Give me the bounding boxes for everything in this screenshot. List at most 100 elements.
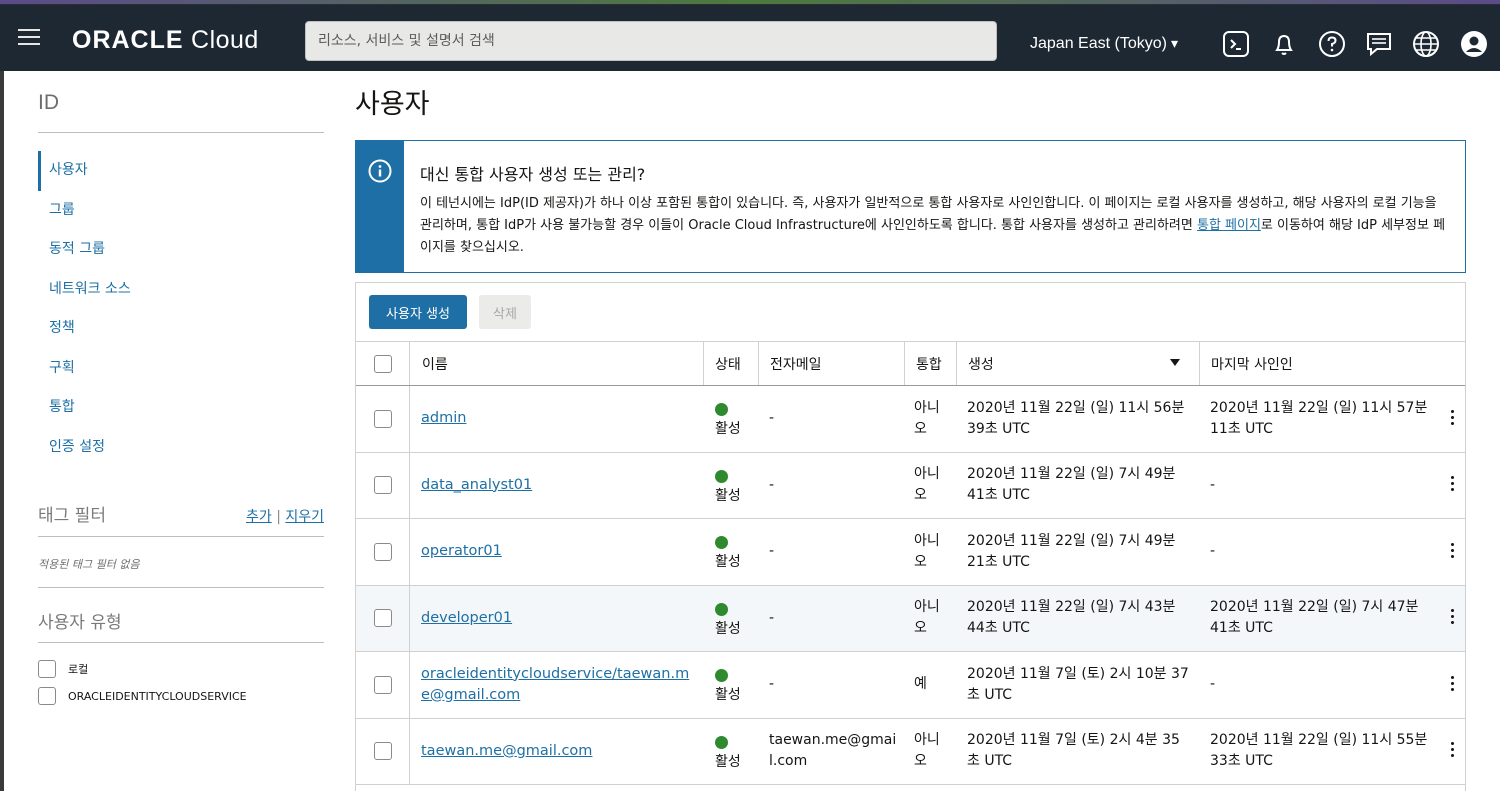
tag-filter-actions: 추가 | 지우기 <box>246 506 324 526</box>
column-header-name[interactable]: 이름 <box>422 342 448 385</box>
menu-icon[interactable] <box>18 29 40 45</box>
federated-value: 아니오 <box>914 732 940 770</box>
last-signin-value: 2020년 11월 22일 (일) 11시 55분 33초 UTC <box>1210 732 1428 770</box>
column-header-federated: 통합 <box>916 356 942 373</box>
delete-button[interactable]: 삭제 <box>479 295 531 329</box>
oracle-cloud-logo[interactable]: ORACLE Cloud <box>72 26 259 55</box>
info-icon <box>368 159 392 183</box>
info-banner-bar <box>356 141 404 272</box>
select-all-checkbox[interactable] <box>374 354 392 373</box>
user-profile-icon[interactable] <box>1460 30 1488 58</box>
table-header: 이름 상태 전자메일 통합 생성 마지막 사인인 <box>356 341 1465 386</box>
info-banner: 대신 통합 사용자 생성 또는 관리? 이 테넌시에는 IdP(ID 제공자)가… <box>355 140 1466 273</box>
row-checkbox[interactable] <box>374 675 392 694</box>
status-label: 활성 <box>715 554 741 570</box>
language-globe-icon[interactable] <box>1412 30 1440 58</box>
email-value: - <box>769 410 775 427</box>
user-type-local[interactable]: 로컬 <box>38 660 88 678</box>
email-value: taewan.me@gmail.com <box>769 732 897 770</box>
window-edge <box>0 0 4 791</box>
notification-bell-icon[interactable] <box>1270 30 1298 58</box>
status-label: 활성 <box>715 421 741 437</box>
last-signin-value: - <box>1210 676 1216 693</box>
user-name-link[interactable]: oracleidentitycloudservice/taewan.me@gma… <box>421 664 696 706</box>
users-table: 이름 상태 전자메일 통합 생성 마지막 사인인 admin 활성 - 아니오 2020… <box>356 341 1465 785</box>
status-active-icon <box>715 669 728 682</box>
row-actions-menu-icon[interactable] <box>1447 542 1457 561</box>
sidebar-item-policies[interactable]: 정책 <box>38 309 324 349</box>
create-user-button[interactable]: 사용자 생성 <box>369 295 467 329</box>
row-actions-menu-icon[interactable] <box>1447 609 1457 627</box>
row-checkbox[interactable] <box>374 609 392 628</box>
last-signin-value: - <box>1210 476 1216 493</box>
checkbox-label: ORACLEIDENTITYCLOUDSERVICE <box>68 689 247 703</box>
sidebar-title: ID <box>38 91 59 114</box>
table-row[interactable]: admin 활성 - 아니오 2020년 11월 22일 (일) 11시 56분 39초… <box>356 386 1465 453</box>
status-active-icon <box>715 403 728 416</box>
federated-value: 아니오 <box>914 532 940 570</box>
tag-add-link[interactable]: 추가 <box>246 509 272 525</box>
row-actions-menu-icon[interactable] <box>1447 675 1457 694</box>
user-name-link[interactable]: admin <box>421 408 466 429</box>
user-name-link[interactable]: developer01 <box>421 608 512 629</box>
top-accent-line <box>0 0 1500 4</box>
federation-page-link[interactable]: 통합 페이지 <box>1197 218 1261 233</box>
created-value: 2020년 11월 22일 (일) 7시 43분 44초 UTC <box>967 599 1176 637</box>
search-input[interactable] <box>305 21 997 61</box>
tag-filter-heading: 태그 필터 <box>38 506 106 526</box>
checkbox[interactable] <box>38 660 56 678</box>
help-icon[interactable] <box>1318 30 1346 58</box>
table-row[interactable]: taewan.me@gmail.com 활성 taewan.me@gmail.com… <box>356 718 1465 785</box>
email-value: - <box>769 476 775 493</box>
sidebar-item-network-sources[interactable]: 네트워크 소스 <box>38 270 324 310</box>
row-checkbox[interactable] <box>374 409 392 428</box>
sidebar-item-auth-settings[interactable]: 인증 설정 <box>38 428 324 468</box>
region-selector[interactable]: Japan East (Tokyo) ▾ <box>1030 35 1178 53</box>
user-name-link[interactable]: data_analyst01 <box>421 475 532 496</box>
region-label: Japan East (Tokyo) <box>1030 35 1167 52</box>
row-checkbox[interactable] <box>374 742 392 761</box>
status-label: 활성 <box>715 487 741 504</box>
email-value: - <box>769 543 775 560</box>
info-body: 이 테넌시에는 IdP(ID 제공자)가 하나 이상 포함된 통합이 있습니다.… <box>420 196 1446 255</box>
column-header-email: 전자메일 <box>770 356 822 373</box>
user-name-link[interactable]: operator01 <box>421 541 502 562</box>
status-label: 활성 <box>715 620 741 637</box>
checkbox[interactable] <box>38 687 56 705</box>
row-checkbox[interactable] <box>374 476 392 495</box>
tag-clear-link[interactable]: 지우기 <box>285 509 324 525</box>
divider <box>38 132 324 133</box>
page-title: 사용자 <box>355 89 430 120</box>
user-type-heading: 사용자 유형 <box>38 613 122 633</box>
federated-value: 아니오 <box>914 599 940 637</box>
table-row[interactable]: operator01 활성 - 아니오 2020년 11월 22일 (일) 7시 49분… <box>356 519 1465 586</box>
table-row[interactable]: oracleidentitycloudservice/taewan.me@gma… <box>356 652 1465 719</box>
sidebar-item-groups[interactable]: 그룹 <box>38 191 324 231</box>
user-type-idcs[interactable]: ORACLEIDENTITYCLOUDSERVICE <box>38 687 247 705</box>
table-row[interactable]: data_analyst01 활성 - 아니오 2020년 11월 22일 (일) 7시… <box>356 452 1465 519</box>
top-bar: ORACLE Cloud Japan East (Tokyo)▾ <box>0 0 1500 71</box>
row-actions-menu-icon[interactable] <box>1447 476 1457 494</box>
created-value: 2020년 11월 7일 (토) 2시 10분 37초 UTC <box>967 665 1189 703</box>
sort-descending-icon[interactable] <box>1170 359 1180 366</box>
row-checkbox[interactable] <box>374 542 392 561</box>
column-header-created[interactable]: 생성 <box>968 342 1198 385</box>
sidebar-item-federation[interactable]: 통합 <box>38 388 324 428</box>
last-signin-value: 2020년 11월 22일 (일) 11시 57분 11초 UTC <box>1210 399 1428 437</box>
row-actions-menu-icon[interactable] <box>1447 409 1457 428</box>
table-row[interactable]: developer01 활성 - 아니오 2020년 11월 22일 (일) 7시 43… <box>356 585 1465 652</box>
sidebar-item-users[interactable]: 사용자 <box>38 151 324 191</box>
user-name-link[interactable]: taewan.me@gmail.com <box>421 741 592 762</box>
sidebar-item-compartments[interactable]: 구획 <box>38 349 324 389</box>
chat-feedback-icon[interactable] <box>1365 30 1393 58</box>
checkbox-label: 로컬 <box>68 663 89 676</box>
row-actions-menu-icon[interactable] <box>1447 742 1457 760</box>
no-tag-filter-text: 적용된 태그 필터 없음 <box>38 558 140 571</box>
separator: | <box>276 509 281 525</box>
sidebar-item-dynamic-groups[interactable]: 동적 그룹 <box>38 230 324 270</box>
federated-value: 아니오 <box>914 466 940 504</box>
cloud-shell-icon[interactable] <box>1222 30 1250 58</box>
divider <box>38 536 324 537</box>
federated-value: 아니오 <box>914 399 940 437</box>
created-value: 2020년 11월 22일 (일) 7시 49분 41초 UTC <box>967 466 1176 504</box>
